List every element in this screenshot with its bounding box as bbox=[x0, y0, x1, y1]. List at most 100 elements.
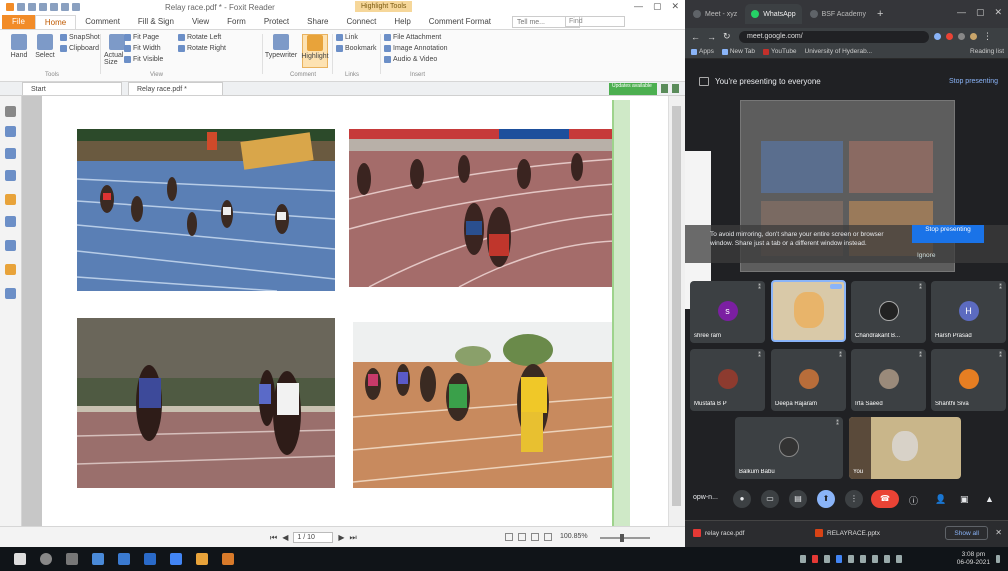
tab-fill-sign[interactable]: Fill & Sign bbox=[129, 15, 183, 29]
clipboard-button[interactable]: Clipboard bbox=[60, 43, 100, 54]
profile-avatar[interactable] bbox=[970, 33, 977, 40]
bookmark-apps[interactable]: Apps bbox=[691, 48, 714, 55]
search-icon[interactable] bbox=[5, 288, 16, 299]
tab-protect[interactable]: Protect bbox=[255, 15, 298, 29]
facing-icon[interactable] bbox=[531, 533, 539, 541]
highlight-button[interactable]: Highlight bbox=[301, 34, 329, 68]
search-icon[interactable] bbox=[40, 553, 52, 565]
store-icon[interactable] bbox=[118, 553, 130, 565]
hang-up-button[interactable]: ☎ bbox=[871, 490, 899, 508]
download-item[interactable]: relay race.pdf bbox=[693, 529, 744, 537]
stop-presenting-button[interactable]: Stop presenting bbox=[912, 225, 984, 243]
bookmark-new-tab[interactable]: New Tab bbox=[721, 48, 755, 55]
more-options-button[interactable] bbox=[830, 284, 842, 289]
redo-icon[interactable] bbox=[50, 3, 58, 11]
doc-tab-relay-race[interactable]: Relay race.pdf * bbox=[128, 82, 223, 95]
participant-tile[interactable]: ⁑ Deepa Rajaram bbox=[771, 349, 846, 411]
more-options-icon[interactable]: ⋮ bbox=[845, 490, 863, 508]
chrome-icon[interactable] bbox=[170, 553, 182, 565]
stop-presenting-link[interactable]: Stop presenting bbox=[949, 78, 998, 85]
minimize-button[interactable]: — bbox=[634, 1, 643, 12]
image-annotation-button[interactable]: Image Annotation bbox=[384, 43, 448, 54]
browser-tab[interactable]: BSF Academy bbox=[804, 4, 872, 24]
ignore-button[interactable]: Ignore bbox=[917, 252, 935, 259]
maximize-button[interactable]: ▢ bbox=[653, 1, 662, 12]
find-input[interactable]: Find bbox=[565, 16, 625, 27]
participant-tile[interactable]: ⁑ H Harsh Prasad bbox=[931, 281, 1006, 343]
activities-icon[interactable]: ▲ bbox=[985, 494, 994, 504]
link-button[interactable]: Link bbox=[336, 32, 377, 43]
signature-icon[interactable] bbox=[5, 240, 16, 251]
mail-icon[interactable] bbox=[144, 553, 156, 565]
tray-icon[interactable] bbox=[800, 555, 806, 563]
file-tab[interactable]: File bbox=[2, 15, 35, 29]
notifications-icon[interactable] bbox=[996, 555, 1000, 563]
tray-icon[interactable] bbox=[812, 555, 818, 563]
hand-icon[interactable] bbox=[5, 106, 16, 117]
bookmark-youtube[interactable]: YouTube bbox=[763, 48, 797, 55]
doc-tab-start[interactable]: Start bbox=[22, 82, 122, 95]
snapshot-button[interactable]: SnapShot bbox=[60, 32, 100, 43]
select-tool-button[interactable]: Select bbox=[32, 34, 58, 68]
tab-form[interactable]: Form bbox=[218, 15, 255, 29]
fit-visible-button[interactable]: Fit Visible bbox=[124, 54, 163, 65]
tray-icon[interactable] bbox=[836, 555, 842, 563]
tab-share[interactable]: Share bbox=[298, 15, 337, 29]
tab-view[interactable]: View bbox=[183, 15, 218, 29]
security-icon[interactable] bbox=[5, 264, 16, 275]
participant-tile[interactable]: ⁑ Mustafa B P bbox=[690, 349, 765, 411]
zoom-slider[interactable] bbox=[600, 534, 650, 542]
single-page-icon[interactable] bbox=[505, 533, 513, 541]
typewriter-button[interactable]: Typewriter bbox=[265, 34, 297, 68]
menu-icon[interactable]: ⋮ bbox=[983, 31, 993, 42]
new-tab-button[interactable]: + bbox=[877, 8, 883, 20]
present-button[interactable]: ⬆ bbox=[817, 490, 835, 508]
zoom-level[interactable]: 100.85% bbox=[560, 533, 588, 540]
info-icon[interactable]: ⓘ bbox=[909, 494, 918, 507]
last-page-button[interactable]: ⏭ bbox=[350, 533, 357, 543]
foxit-icon[interactable] bbox=[196, 553, 208, 565]
windows-start-icon[interactable] bbox=[14, 553, 26, 565]
captions-icon[interactable]: ▤ bbox=[789, 490, 807, 508]
extensions-icon[interactable] bbox=[958, 33, 965, 40]
bookmark-button[interactable]: Bookmark bbox=[336, 43, 377, 54]
fit-width-button[interactable]: Fit Width bbox=[124, 43, 163, 54]
participant-tile-video[interactable] bbox=[771, 280, 846, 342]
continuous-icon[interactable] bbox=[518, 533, 526, 541]
tab-comment[interactable]: Comment bbox=[76, 15, 129, 29]
fit-page-button[interactable]: Fit Page bbox=[124, 32, 163, 43]
extension-icon[interactable] bbox=[934, 33, 941, 40]
comments-icon[interactable] bbox=[5, 194, 16, 205]
attachments-icon[interactable] bbox=[5, 216, 16, 227]
network-icon[interactable] bbox=[860, 555, 866, 563]
language-icon[interactable] bbox=[896, 555, 902, 563]
recording-icon[interactable] bbox=[946, 33, 953, 40]
rotate-right-button[interactable]: Rotate Right bbox=[178, 43, 226, 54]
bookmark-icon[interactable] bbox=[5, 126, 16, 137]
prev-page-button[interactable]: ◀ bbox=[282, 533, 288, 542]
rotate-left-button[interactable]: Rotate Left bbox=[178, 32, 226, 43]
participant-tile[interactable]: ⁑ Balkum Babu bbox=[735, 417, 843, 479]
hand-tool-icon[interactable] bbox=[72, 3, 80, 11]
print-icon[interactable] bbox=[28, 3, 36, 11]
system-clock[interactable]: 3:08 pm 06-09-2021 bbox=[957, 551, 990, 567]
first-page-button[interactable]: ⏮ bbox=[270, 533, 277, 543]
people-icon[interactable]: 👤 bbox=[935, 494, 946, 505]
page-number-input[interactable]: 1 / 10 bbox=[293, 532, 334, 543]
tab-comment-format[interactable]: Comment Format bbox=[420, 15, 500, 29]
participant-tile[interactable]: ⁑ Chandrakant B... bbox=[851, 281, 926, 343]
reading-list[interactable]: Reading list bbox=[970, 48, 1004, 55]
reload-icon[interactable]: ↻ bbox=[723, 31, 733, 42]
close-icon[interactable]: ✕ bbox=[995, 528, 1002, 537]
pdf-page[interactable] bbox=[42, 96, 670, 526]
url-input[interactable]: meet.google.com/ bbox=[739, 30, 929, 43]
task-view-icon[interactable] bbox=[66, 553, 78, 565]
expand-icon[interactable] bbox=[672, 84, 679, 93]
layers-icon[interactable] bbox=[5, 170, 16, 181]
open-icon[interactable] bbox=[61, 3, 69, 11]
next-page-button[interactable]: ▶ bbox=[338, 533, 344, 542]
show-all-button[interactable]: Show all bbox=[945, 526, 988, 540]
forward-icon[interactable]: → bbox=[707, 32, 717, 42]
audio-video-button[interactable]: Audio & Video bbox=[384, 54, 448, 65]
powerpoint-icon[interactable] bbox=[222, 553, 234, 565]
